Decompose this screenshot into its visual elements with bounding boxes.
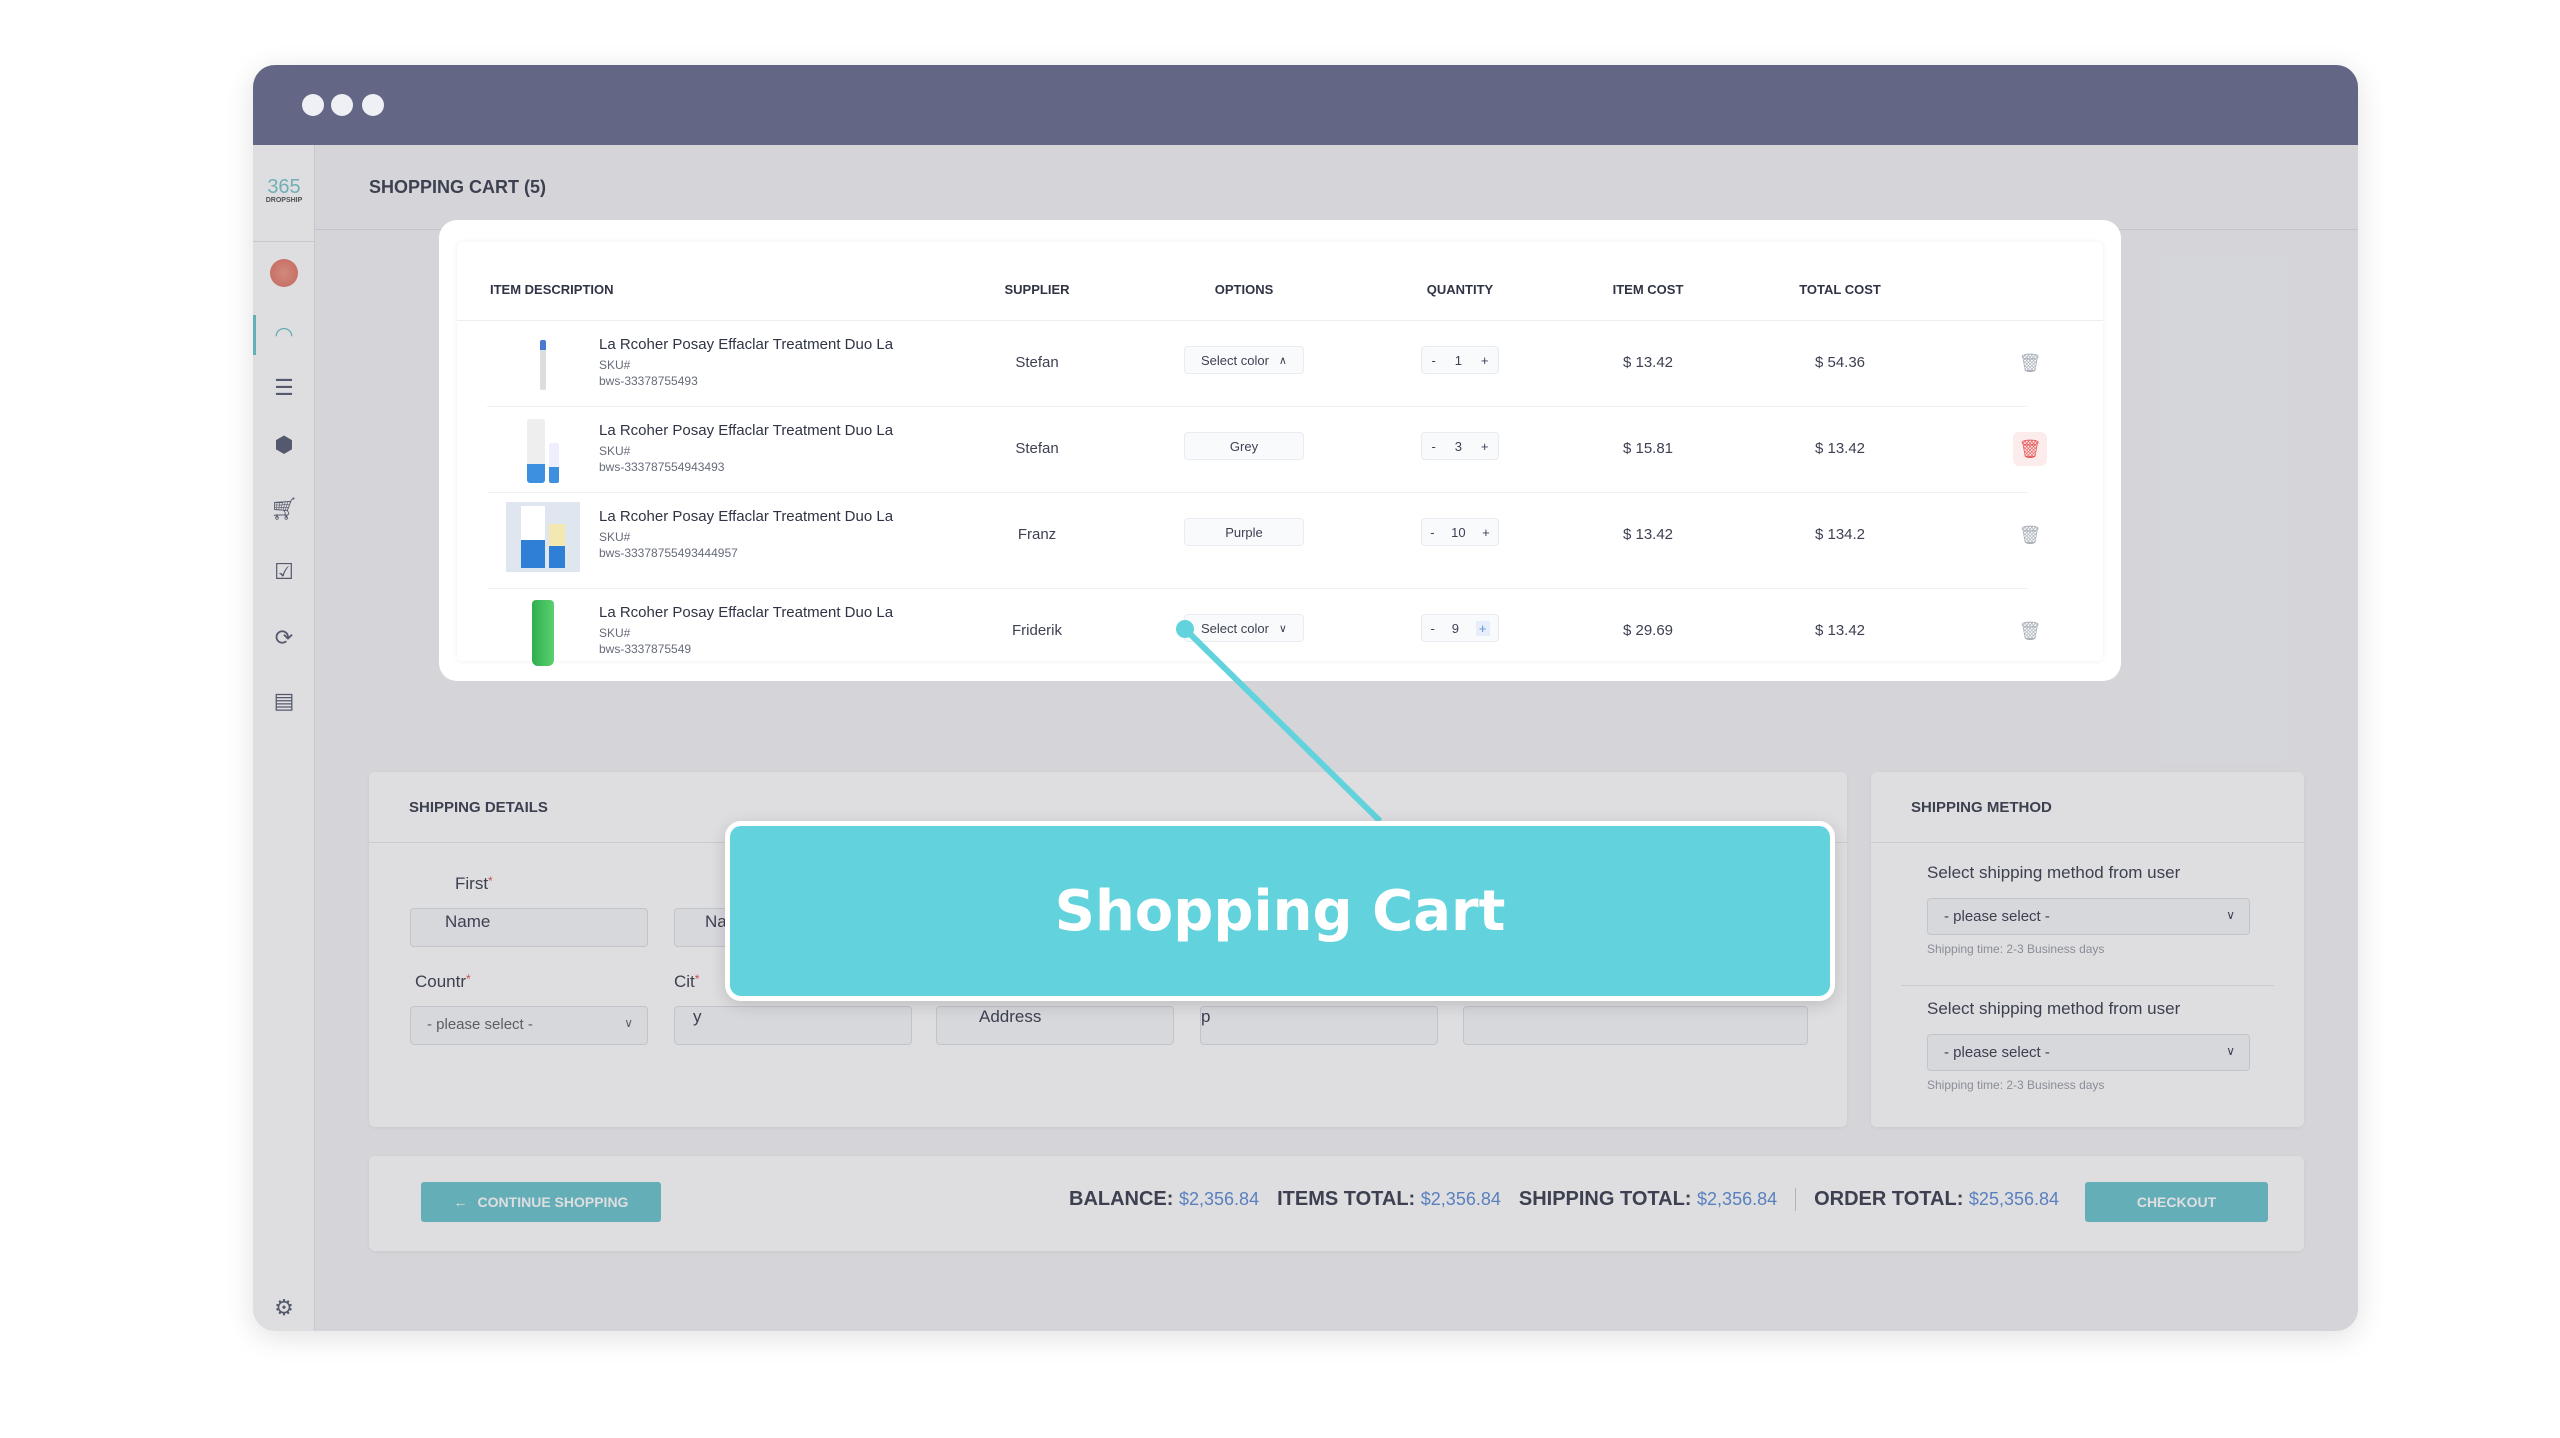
callout-connector [1176, 620, 1383, 824]
callout-text: Shopping Cart [1054, 878, 1506, 944]
callout-banner: Shopping Cart [725, 821, 1835, 1001]
